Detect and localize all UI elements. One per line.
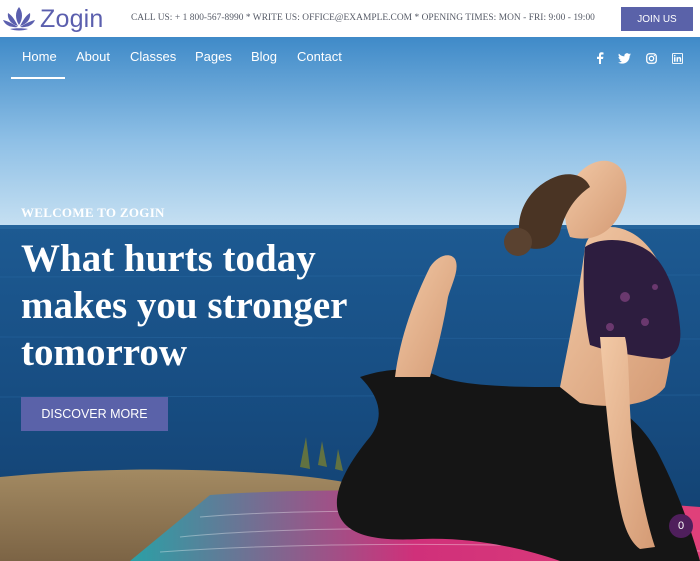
- headline-line-3: tomorrow: [21, 331, 188, 374]
- site-logo[interactable]: Zogin: [2, 4, 104, 34]
- twitter-icon[interactable]: [617, 51, 631, 65]
- join-us-button[interactable]: JOIN US: [621, 7, 693, 31]
- linkedin-icon[interactable]: [670, 51, 684, 65]
- hero-eyebrow: WELCOME TO ZOGIN: [21, 205, 165, 220]
- headline-line-2: makes you stronger: [21, 284, 348, 327]
- nav-item-about[interactable]: About: [76, 49, 110, 64]
- nav-item-classes[interactable]: Classes: [130, 49, 176, 64]
- contact-info: CALL US: + 1 800-567-8990 * WRITE US: OF…: [131, 13, 595, 23]
- nav-item-contact[interactable]: Contact: [297, 49, 342, 64]
- main-navigation: Home About Classes Pages Blog Contact: [0, 37, 700, 79]
- facebook-icon[interactable]: [593, 51, 607, 65]
- brand-name: Zogin: [40, 4, 104, 33]
- discover-more-button[interactable]: DISCOVER MORE: [21, 397, 168, 431]
- top-bar: Zogin CALL US: + 1 800-567-8990 * WRITE …: [0, 0, 700, 37]
- hero-section: Home About Classes Pages Blog Contact WE…: [0, 37, 700, 561]
- lotus-icon: [3, 7, 35, 31]
- nav-item-pages[interactable]: Pages: [195, 49, 232, 64]
- hero-headline: What hurts today makes you stronger tomo…: [21, 235, 401, 376]
- instagram-icon[interactable]: [644, 51, 658, 65]
- active-nav-indicator: [11, 77, 65, 79]
- nav-item-blog[interactable]: Blog: [251, 49, 277, 64]
- headline-line-1: What hurts today: [21, 237, 316, 280]
- nav-item-home[interactable]: Home: [22, 49, 57, 64]
- cart-count-badge[interactable]: 0: [669, 514, 693, 538]
